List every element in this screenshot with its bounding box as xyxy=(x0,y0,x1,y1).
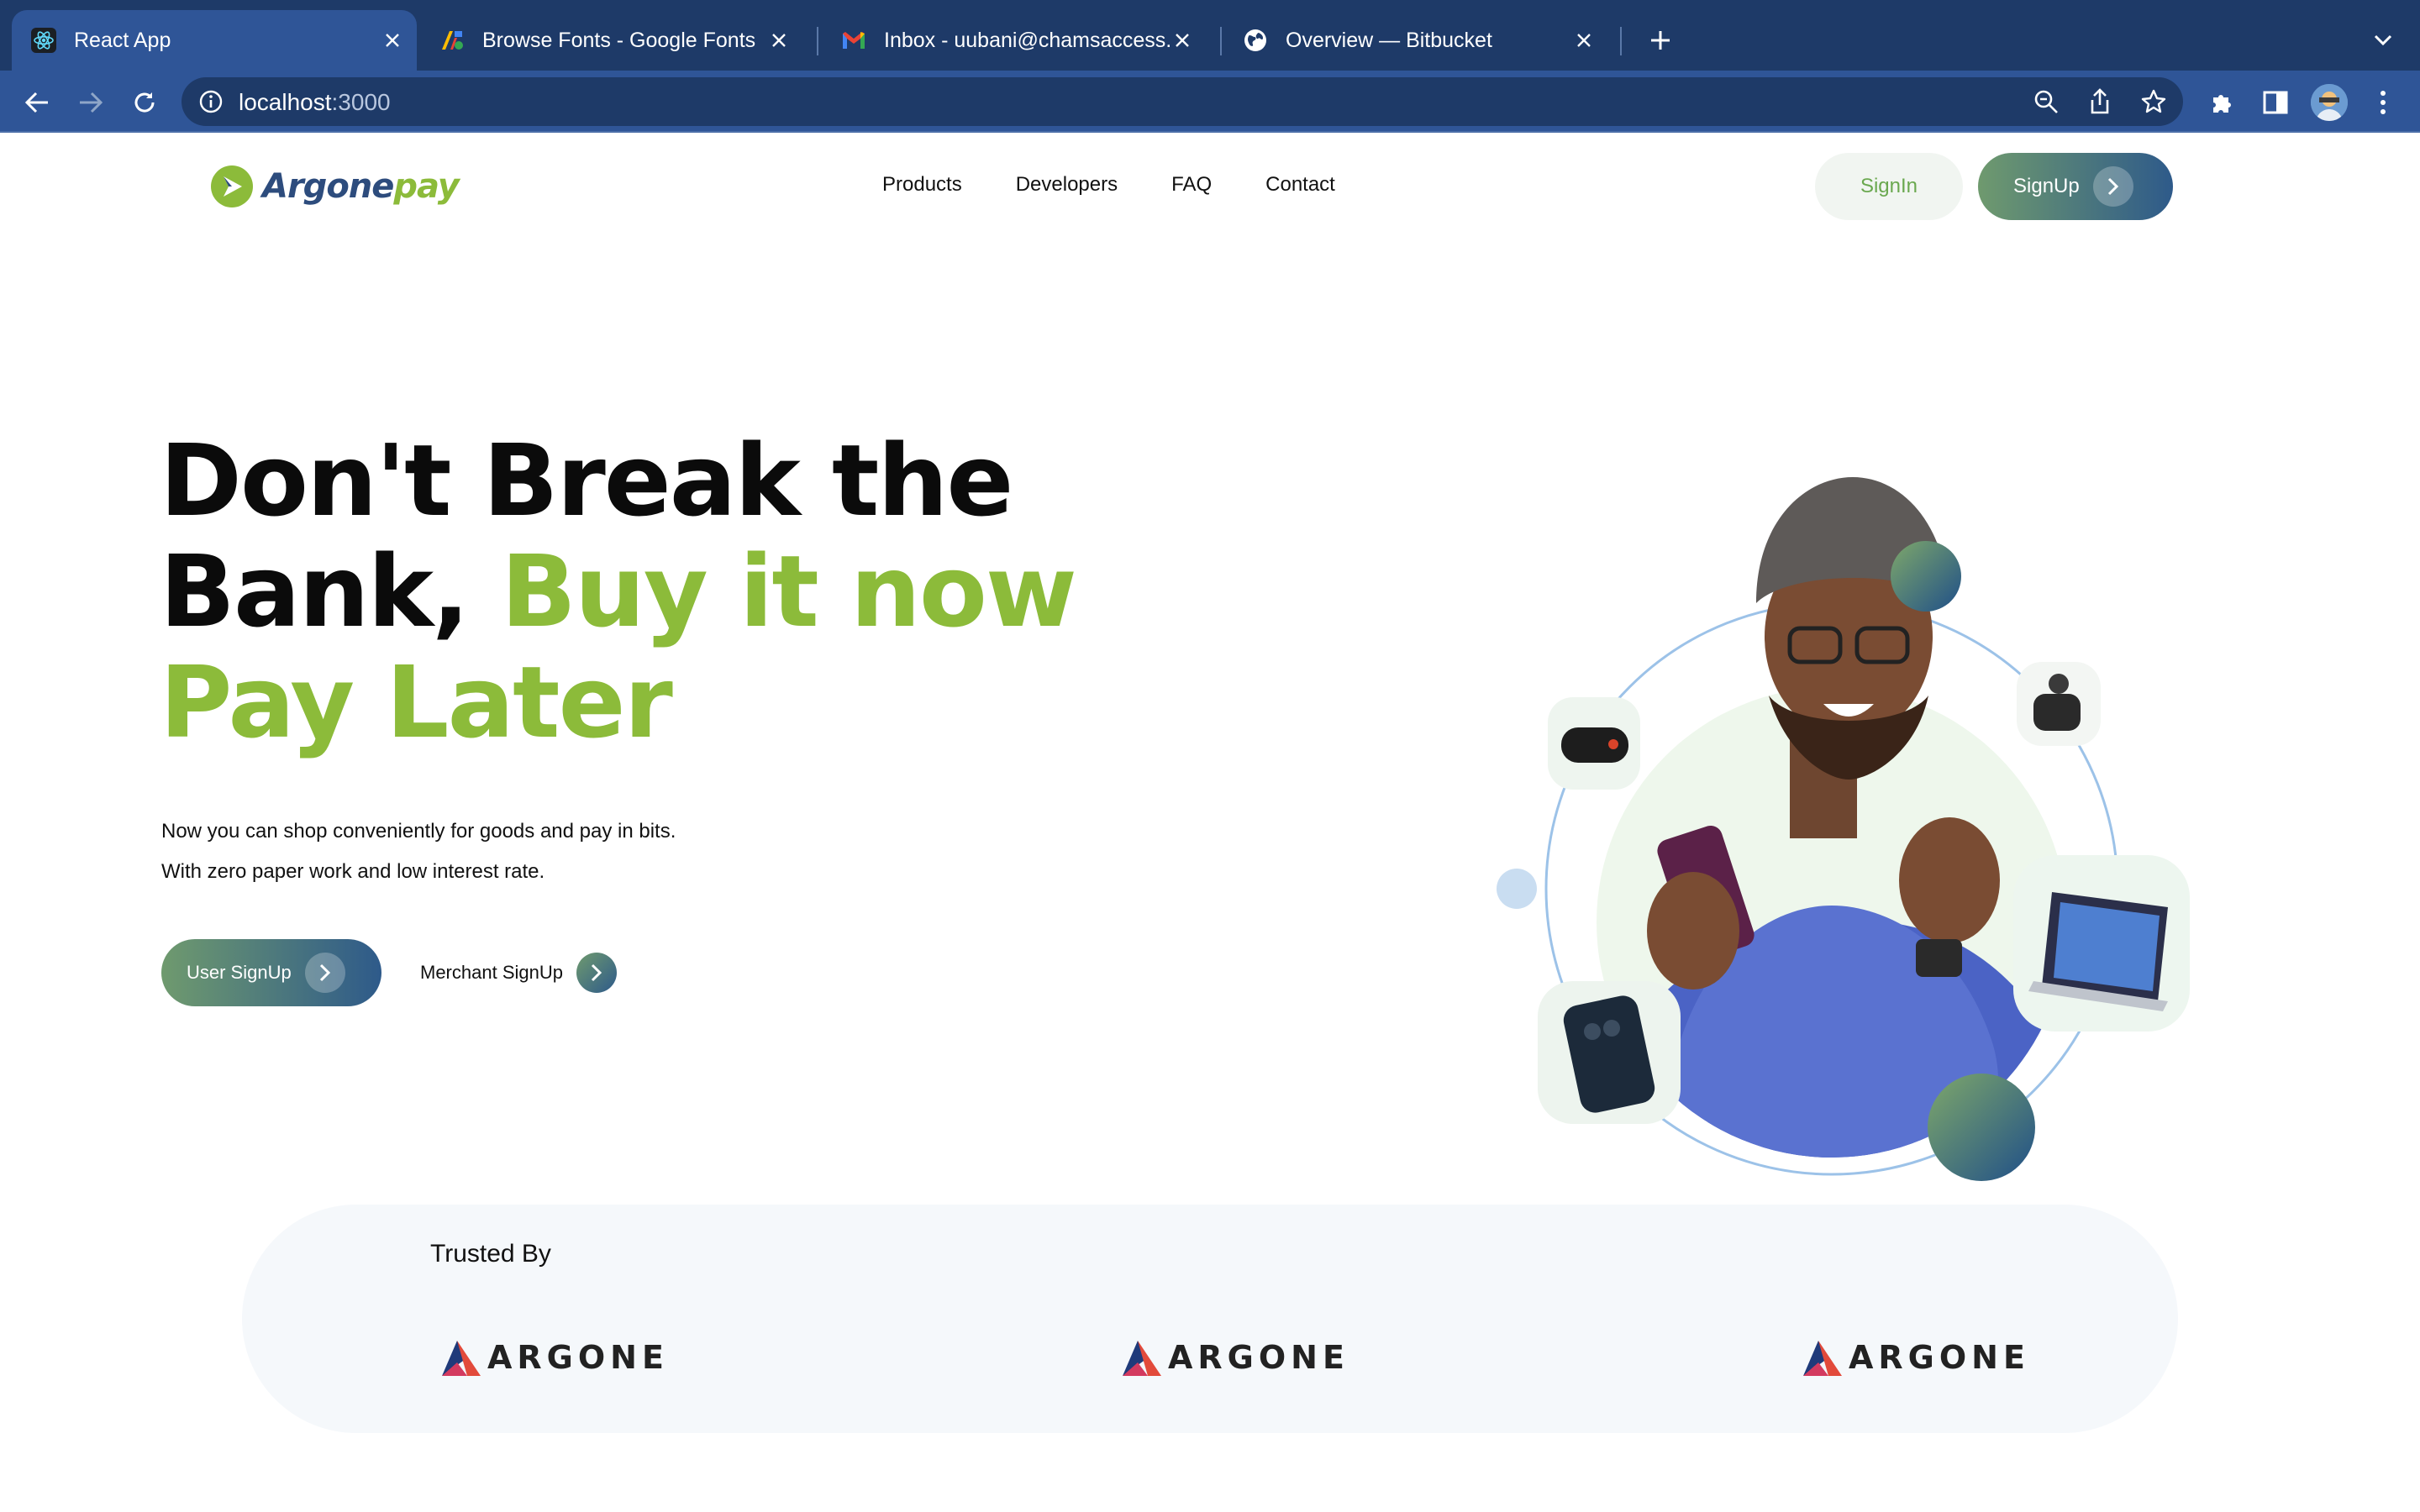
new-tab-button[interactable] xyxy=(1644,24,1677,57)
chevron-right-icon xyxy=(2092,166,2133,207)
partner-name: ARGONE xyxy=(1849,1339,2030,1376)
partner-logo-argone: ARGONE xyxy=(1800,1337,2030,1378)
headline-line-1: Don't Break the xyxy=(160,423,1013,538)
decor-ball-top xyxy=(1891,541,1961,612)
react-icon xyxy=(30,27,57,54)
trusted-by-title: Trusted By xyxy=(430,1240,551,1268)
speaker-product-icon xyxy=(1561,727,1628,763)
tab-bitbucket[interactable]: Overview — Bitbucket xyxy=(1223,10,1608,71)
tab-title: Browse Fonts - Google Fonts xyxy=(482,28,756,52)
close-tab-icon[interactable] xyxy=(766,28,792,53)
close-tab-icon[interactable] xyxy=(1571,28,1597,53)
nav-link-developers[interactable]: Developers xyxy=(1016,173,1118,197)
argone-logo-icon xyxy=(442,1341,481,1376)
browser-toolbar: localhost:3000 xyxy=(0,71,2420,133)
gmail-icon xyxy=(840,27,867,54)
tab-separator xyxy=(1620,27,1622,55)
argonepay-logo-icon xyxy=(211,165,253,207)
argone-logo-icon xyxy=(1803,1341,1842,1376)
web-page: Argonepay Products Developers FAQ Contac… xyxy=(0,133,2420,1512)
headline-line-2-black: Bank, xyxy=(160,533,470,649)
nav-link-products[interactable]: Products xyxy=(882,173,962,197)
user-signup-button[interactable]: User SignUp xyxy=(161,939,381,1006)
profile-avatar[interactable] xyxy=(2311,84,2348,121)
side-panel-icon[interactable] xyxy=(2257,84,2294,121)
reload-button[interactable] xyxy=(126,84,163,121)
tab-title: Inbox - uubani@chamsaccess.c xyxy=(884,28,1170,52)
browser-menu-icon[interactable] xyxy=(2365,84,2402,121)
browser-chrome: React App Browse Fonts - Google Fonts In… xyxy=(0,0,2420,133)
decor-dot xyxy=(1497,869,1537,909)
signin-label: SignIn xyxy=(1860,175,1918,197)
partner-name: ARGONE xyxy=(487,1339,669,1376)
forward-button[interactable] xyxy=(72,84,109,121)
site-info-icon[interactable] xyxy=(197,87,225,116)
share-icon[interactable] xyxy=(2084,86,2116,118)
hero-subtext: Now you can shop conveniently for goods … xyxy=(161,811,676,892)
logo-text-part2: pay xyxy=(393,167,459,206)
hero-illustration xyxy=(1497,477,2190,1181)
argonepay-logo[interactable]: Argonepay xyxy=(210,163,460,210)
url-port: :3000 xyxy=(331,89,391,115)
logo-text: Argonepay xyxy=(262,167,460,206)
main-nav: Products Developers FAQ Contact xyxy=(882,173,1335,197)
decor-ball-bottom xyxy=(1928,1074,2035,1181)
google-fonts-icon xyxy=(439,27,466,54)
bookmark-star-icon[interactable] xyxy=(2138,86,2170,118)
merchant-signup-link[interactable]: Merchant SignUp xyxy=(420,951,617,995)
tab-separator xyxy=(1220,27,1222,55)
logo-text-part1: Argone xyxy=(262,167,394,206)
earbuds-product-icon xyxy=(2033,694,2081,731)
partner-logo-argone: ARGONE xyxy=(1119,1337,1349,1378)
close-tab-icon[interactable] xyxy=(380,28,405,53)
nav-link-faq[interactable]: FAQ xyxy=(1171,173,1212,197)
tab-title: Overview — Bitbucket xyxy=(1286,28,1492,52)
tab-react-app[interactable]: React App xyxy=(12,10,417,71)
user-signup-label: User SignUp xyxy=(187,962,292,983)
signup-button[interactable]: SignUp xyxy=(1978,153,2173,220)
tab-separator xyxy=(817,27,818,55)
partner-name: ARGONE xyxy=(1168,1339,1349,1376)
globe-icon xyxy=(1242,27,1269,54)
signin-button[interactable]: SignIn xyxy=(1815,153,1963,220)
close-tab-icon[interactable] xyxy=(1170,28,1195,53)
tab-google-fonts[interactable]: Browse Fonts - Google Fonts xyxy=(420,10,803,71)
headline-line-2-green: Buy it now xyxy=(500,533,1077,649)
argone-logo-icon xyxy=(1123,1341,1161,1376)
trusted-by-section: Trusted By ARGONE ARGONE ARGONE xyxy=(242,1205,2178,1433)
tab-title: React App xyxy=(74,28,171,52)
url-host: localhost xyxy=(239,89,332,115)
hero-headline: Don't Break the Bank, Buy it now Pay Lat… xyxy=(160,423,1077,760)
chevron-right-icon xyxy=(576,953,617,993)
back-button[interactable] xyxy=(18,84,55,121)
hero-subtext-line-2: With zero paper work and low interest ra… xyxy=(161,860,545,883)
headline-line-3-green: Pay Later xyxy=(160,644,673,760)
signup-label: SignUp xyxy=(2013,175,2080,197)
nav-link-contact[interactable]: Contact xyxy=(1265,173,1335,197)
merchant-signup-label: Merchant SignUp xyxy=(420,962,563,983)
partner-logo-argone: ARGONE xyxy=(439,1337,669,1378)
tab-gmail-inbox[interactable]: Inbox - uubani@chamsaccess.c xyxy=(822,10,1207,71)
zoom-out-icon[interactable] xyxy=(2030,86,2062,118)
extensions-puzzle-icon[interactable] xyxy=(2203,84,2240,121)
url-text: localhost:3000 xyxy=(239,89,391,116)
tab-search-chevron-icon[interactable] xyxy=(2370,27,2396,54)
address-bar[interactable]: localhost:3000 xyxy=(182,77,2183,126)
chevron-right-icon xyxy=(304,953,345,993)
tab-strip: React App Browse Fonts - Google Fonts In… xyxy=(0,0,2420,71)
hero-subtext-line-1: Now you can shop conveniently for goods … xyxy=(161,820,676,843)
